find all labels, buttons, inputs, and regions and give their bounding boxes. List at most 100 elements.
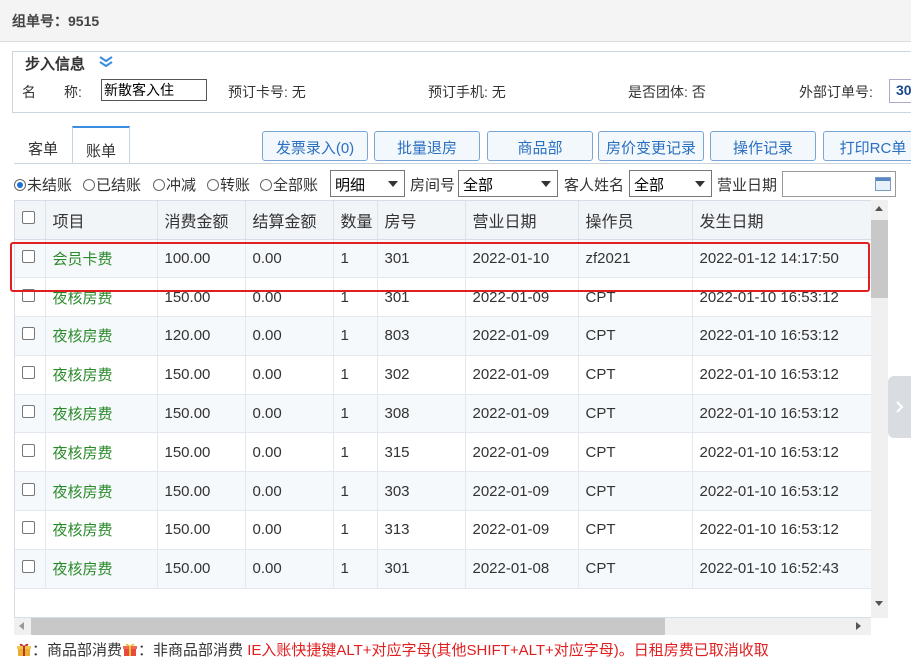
gift-red-icon <box>123 643 138 656</box>
row-select-cell[interactable] <box>15 316 46 356</box>
col-occur-date[interactable]: 发生日期 <box>692 201 871 240</box>
col-item[interactable]: 项目 <box>45 201 158 240</box>
checkbox-icon[interactable] <box>22 482 35 496</box>
cell-qty: 1 <box>333 277 378 318</box>
cell-business-date: 2022-01-09 <box>465 394 579 434</box>
name-label: 名 称: <box>22 84 82 100</box>
name-input[interactable] <box>101 79 207 101</box>
cell-amount: 120.00 <box>157 316 246 356</box>
cell-amount: 100.00 <box>157 239 246 279</box>
checkbox-icon[interactable] <box>22 288 35 302</box>
chevron-down-icon[interactable] <box>98 55 114 69</box>
cell-occur-date: 2022-01-10 16:53:12 <box>692 394 871 434</box>
chevron-right-icon <box>896 401 904 413</box>
cell-settled: 0.00 <box>245 355 334 395</box>
cell-amount: 150.00 <box>157 277 246 318</box>
table-row[interactable]: 夜核房费 150.00 0.00 1 315 2022-01-09 CPT 2022-01-1… <box>15 432 871 473</box>
business-date-input[interactable] <box>782 171 896 197</box>
row-select-cell[interactable] <box>15 239 46 279</box>
tab-divider <box>14 163 911 164</box>
checkbox-icon[interactable] <box>22 405 35 419</box>
row-select-cell[interactable] <box>15 471 46 512</box>
ext-order-value[interactable]: 30 <box>889 79 911 103</box>
col-business-date[interactable]: 营业日期 <box>465 201 579 240</box>
cell-operator: CPT <box>578 549 693 589</box>
step-info-panel: 步入信息 名 称: 预订卡号: 无 预订手机: 无 是否团体: 否 外部订单号:… <box>12 51 911 113</box>
row-select-cell[interactable] <box>15 432 46 473</box>
vertical-scrollbar[interactable] <box>871 200 888 618</box>
cell-room: 803 <box>377 316 466 356</box>
invoice-button[interactable]: 发票录入(0) <box>262 131 368 161</box>
table-row[interactable]: 夜核房费 150.00 0.00 1 308 2022-01-09 CPT 2022-01-1… <box>15 394 871 434</box>
cell-qty: 1 <box>333 355 378 395</box>
row-select-cell[interactable] <box>15 510 46 550</box>
batch-checkout-button[interactable]: 批量退房 <box>374 131 480 161</box>
cell-item: 夜核房费 <box>45 510 158 550</box>
cell-settled: 0.00 <box>245 471 334 512</box>
radio-icon <box>260 179 272 191</box>
operation-log-button[interactable]: 操作记录 <box>710 131 816 161</box>
cell-occur-date: 2022-01-10 16:53:12 <box>692 471 871 512</box>
group-flag: 是否团体: 否 <box>628 84 706 100</box>
table-row[interactable]: 夜核房费 150.00 0.00 1 301 2022-01-08 CPT 2022-01-1… <box>15 549 871 589</box>
cell-amount: 150.00 <box>157 355 246 395</box>
tab-guest[interactable]: 客单 <box>14 126 72 164</box>
table-row[interactable]: 夜核房费 150.00 0.00 1 303 2022-01-09 CPT 2022-01-1… <box>15 471 871 512</box>
col-operator[interactable]: 操作员 <box>578 201 693 240</box>
horizontal-scrollbar[interactable] <box>14 618 871 635</box>
detail-select[interactable]: 明细 <box>330 170 405 197</box>
checkbox-icon[interactable] <box>22 327 35 341</box>
cell-item: 夜核房费 <box>45 355 158 395</box>
cell-item: 夜核房费 <box>45 394 158 434</box>
room-select[interactable]: 全部 <box>458 170 558 197</box>
table-row[interactable]: 夜核房费 120.00 0.00 1 803 2022-01-09 CPT 2022-01-1… <box>15 316 871 356</box>
row-select-cell[interactable] <box>15 355 46 395</box>
goods-dept-button[interactable]: 商品部 <box>487 131 593 161</box>
row-select-cell[interactable] <box>15 394 46 434</box>
col-room[interactable]: 房号 <box>377 201 466 240</box>
cell-occur-date: 2022-01-10 16:53:12 <box>692 355 871 395</box>
col-amount[interactable]: 消费金额 <box>157 201 246 240</box>
checkbox-icon[interactable] <box>22 521 35 535</box>
table-row[interactable]: 会员卡费 100.00 0.00 1 301 2022-01-10 zf2021 2022-0… <box>15 239 871 279</box>
horizontal-scroll-thumb[interactable] <box>31 618 665 635</box>
cell-occur-date: 2022-01-12 14:17:50 <box>692 239 871 279</box>
radio-settled[interactable]: 已结账 <box>83 174 141 195</box>
col-qty[interactable]: 数量 <box>333 201 378 240</box>
checkbox-icon[interactable] <box>22 366 35 380</box>
checkbox-icon[interactable] <box>22 443 35 457</box>
vertical-scroll-thumb[interactable] <box>871 220 888 298</box>
radio-unsettled[interactable]: 未结账 <box>14 174 72 195</box>
table-row[interactable]: 夜核房费 150.00 0.00 1 301 2022-01-09 CPT 2022-01-1… <box>15 277 871 318</box>
checkbox-icon[interactable] <box>22 560 35 574</box>
scroll-left-icon[interactable] <box>19 622 24 630</box>
radio-offset[interactable]: 冲减 <box>153 174 196 195</box>
checkbox-icon[interactable] <box>22 249 35 263</box>
scroll-down-icon[interactable] <box>875 601 883 606</box>
cell-amount: 150.00 <box>157 510 246 550</box>
cell-business-date: 2022-01-10 <box>465 239 579 279</box>
room-label: 房间号 <box>410 177 456 194</box>
cell-operator: CPT <box>578 432 693 473</box>
table-row[interactable]: 夜核房费 150.00 0.00 1 302 2022-01-09 CPT 2022-01-1… <box>15 355 871 395</box>
checkbox-icon[interactable] <box>22 210 35 224</box>
radio-all[interactable]: 全部账 <box>260 174 318 195</box>
guest-name-select[interactable]: 全部 <box>629 170 712 197</box>
col-settled[interactable]: 结算金额 <box>245 201 334 240</box>
radio-transfer[interactable]: 转账 <box>207 174 250 195</box>
row-select-cell[interactable] <box>15 549 46 589</box>
row-select-cell[interactable] <box>15 277 46 318</box>
filter-bar: 未结账 已结账 冲减 转账 全部账 明细 房间号 全部 客人姓名 全部 营业日期 <box>14 170 911 198</box>
print-rc-button[interactable]: 打印RC单 <box>823 131 911 161</box>
calendar-icon[interactable] <box>875 177 891 191</box>
cell-room: 315 <box>377 432 466 473</box>
price-change-log-button[interactable]: 房价变更记录 <box>598 131 704 161</box>
scroll-up-icon[interactable] <box>875 206 883 211</box>
cell-item: 夜核房费 <box>45 316 158 356</box>
scroll-right-icon[interactable] <box>856 622 861 630</box>
side-expand-tab[interactable] <box>888 376 911 438</box>
cell-qty: 1 <box>333 316 378 356</box>
tab-bill[interactable]: 账单 <box>72 126 130 164</box>
select-all-cell[interactable] <box>15 201 46 240</box>
table-row[interactable]: 夜核房费 150.00 0.00 1 313 2022-01-09 CPT 2022-01-1… <box>15 510 871 550</box>
